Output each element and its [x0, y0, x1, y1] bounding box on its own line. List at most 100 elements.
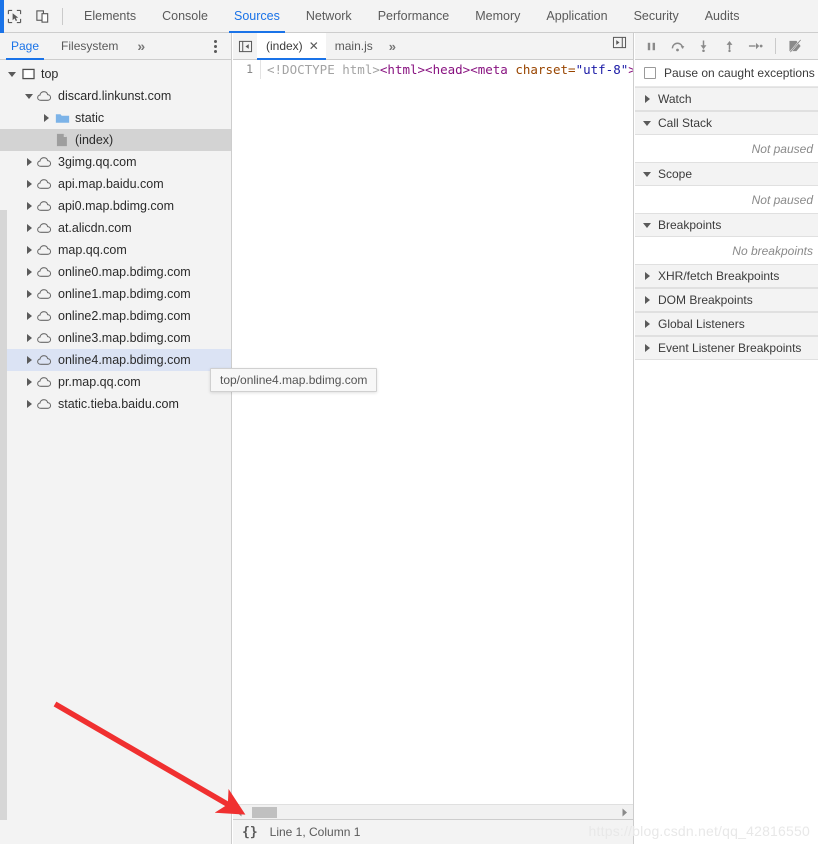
- tab-audits[interactable]: Audits: [692, 0, 753, 33]
- pause-resume-icon[interactable]: [643, 36, 660, 56]
- tree-item-index[interactable]: (index): [0, 129, 231, 151]
- chevron-right-icon[interactable]: [23, 173, 35, 195]
- chevron-right-icon[interactable]: [643, 343, 652, 353]
- tree-item-at-alicdn-com[interactable]: at.alicdn.com: [0, 217, 231, 239]
- section-header-watch[interactable]: Watch: [635, 87, 818, 111]
- tab-elements[interactable]: Elements: [71, 0, 149, 33]
- chevron-down-icon[interactable]: [643, 221, 652, 230]
- tree-item-top[interactable]: top: [0, 63, 231, 85]
- chevron-right-icon[interactable]: [40, 107, 52, 129]
- section-header-breakpoints[interactable]: Breakpoints: [635, 213, 818, 237]
- chevron-right-icon[interactable]: [23, 283, 35, 305]
- tree-item-map-qq-com[interactable]: map.qq.com: [0, 239, 231, 261]
- tree-item-static-tieba-baidu-com[interactable]: static.tieba.baidu.com: [0, 393, 231, 415]
- tree-item-online0-map-bdimg-com[interactable]: online0.map.bdimg.com: [0, 261, 231, 283]
- tree-item-discard-linkunst-com[interactable]: discard.linkunst.com: [0, 85, 231, 107]
- editor-more-tabs-icon[interactable]: »: [380, 39, 405, 54]
- section-title: XHR/fetch Breakpoints: [658, 269, 780, 283]
- section-header-global-listeners[interactable]: Global Listeners: [635, 312, 818, 336]
- chevron-right-icon[interactable]: [23, 217, 35, 239]
- device-toolbar-icon[interactable]: [28, 3, 56, 29]
- editor-tab-index[interactable]: (index) ✕: [257, 32, 326, 60]
- show-navigator-icon[interactable]: [233, 33, 257, 60]
- step-into-icon[interactable]: [695, 36, 712, 56]
- scrollbar-thumb[interactable]: [252, 807, 277, 818]
- section-title: Event Listener Breakpoints: [658, 341, 802, 355]
- nav-tab-filesystem[interactable]: Filesystem: [50, 33, 129, 60]
- section-body-call-stack: Not paused: [635, 135, 818, 162]
- chevron-right-icon[interactable]: [643, 271, 652, 281]
- navigator-vertical-scrollbar[interactable]: [0, 210, 7, 820]
- editor-horizontal-scrollbar[interactable]: [233, 804, 633, 819]
- show-debugger-icon[interactable]: [612, 36, 627, 52]
- tree-item-online4-map-bdimg-com[interactable]: online4.map.bdimg.com: [0, 349, 231, 371]
- section-header-dom-breakpoints[interactable]: DOM Breakpoints: [635, 288, 818, 312]
- section-title: Call Stack: [658, 116, 713, 130]
- chevron-down-icon[interactable]: [6, 63, 18, 85]
- chevron-right-icon[interactable]: [23, 393, 35, 415]
- chevron-right-icon[interactable]: [23, 327, 35, 349]
- tab-network[interactable]: Network: [293, 0, 365, 33]
- tree-item-api0-map-bdimg-com[interactable]: api0.map.bdimg.com: [0, 195, 231, 217]
- scroll-left-icon[interactable]: [233, 808, 246, 817]
- chevron-right-icon[interactable]: [23, 349, 35, 371]
- tree-item-online3-map-bdimg-com[interactable]: online3.map.bdimg.com: [0, 327, 231, 349]
- more-options-icon[interactable]: [207, 37, 223, 56]
- tab-memory[interactable]: Memory: [462, 0, 533, 33]
- nav-tab-page[interactable]: Page: [0, 33, 50, 60]
- chevron-right-icon[interactable]: [23, 239, 35, 261]
- chevron-down-icon[interactable]: [643, 119, 652, 128]
- tab-memory-label: Memory: [475, 9, 521, 23]
- section-header-xhr-fetch-breakpoints[interactable]: XHR/fetch Breakpoints: [635, 264, 818, 288]
- close-icon[interactable]: ✕: [309, 40, 319, 52]
- tree-item-label: static: [75, 111, 105, 125]
- section-body-breakpoints: No breakpoints: [635, 237, 818, 264]
- chevron-right-icon[interactable]: [643, 94, 652, 104]
- tab-application[interactable]: Application: [533, 0, 620, 33]
- code-editor-area[interactable]: 1 <!DOCTYPE html><html><head><meta chars…: [233, 60, 633, 804]
- chevron-right-icon[interactable]: [643, 319, 652, 329]
- cloud-icon: [35, 349, 55, 371]
- tree-item-label: at.alicdn.com: [58, 221, 132, 235]
- tab-security[interactable]: Security: [621, 0, 692, 33]
- tab-sources[interactable]: Sources: [221, 0, 293, 33]
- section-header-scope[interactable]: Scope: [635, 162, 818, 186]
- tree-item-online2-map-bdimg-com[interactable]: online2.map.bdimg.com: [0, 305, 231, 327]
- chevron-right-icon[interactable]: [23, 371, 35, 393]
- tree-item-api-map-baidu-com[interactable]: api.map.baidu.com: [0, 173, 231, 195]
- step-out-icon[interactable]: [721, 36, 738, 56]
- nav-more-tabs-icon[interactable]: »: [129, 33, 153, 60]
- section-header-call-stack[interactable]: Call Stack: [635, 111, 818, 135]
- chevron-right-icon[interactable]: [23, 151, 35, 173]
- editor-tab-mainjs[interactable]: main.js: [326, 33, 380, 60]
- section-header-event-listener-breakpoints[interactable]: Event Listener Breakpoints: [635, 336, 818, 360]
- tab-performance[interactable]: Performance: [365, 0, 463, 33]
- step-over-icon[interactable]: [669, 36, 686, 56]
- tree-item-label: pr.map.qq.com: [58, 375, 141, 389]
- pause-on-exceptions-checkbox[interactable]: [644, 67, 656, 79]
- cloud-icon: [35, 261, 55, 283]
- code-token-tail: ><: [628, 62, 633, 77]
- twisty-placeholder: [40, 129, 52, 151]
- chevron-right-icon[interactable]: [23, 261, 35, 283]
- cursor-position-label: Line 1, Column 1: [269, 825, 361, 839]
- deactivate-breakpoints-icon[interactable]: [787, 36, 804, 56]
- chevron-right-icon[interactable]: [643, 295, 652, 305]
- tree-item-pr-map-qq-com[interactable]: pr.map.qq.com: [0, 371, 231, 393]
- pause-on-exceptions-row[interactable]: Pause on caught exceptions: [635, 60, 818, 87]
- chevron-down-icon[interactable]: [643, 170, 652, 179]
- step-icon[interactable]: [747, 36, 764, 56]
- tree-item-3gimg-qq-com[interactable]: 3gimg.qq.com: [0, 151, 231, 173]
- chevron-down-icon[interactable]: [23, 85, 35, 107]
- tree-item-static[interactable]: static: [0, 107, 231, 129]
- page-file-tree[interactable]: top discard.linkunst.com static (index) 3gim…: [0, 60, 231, 844]
- pretty-print-button[interactable]: {}: [242, 825, 258, 840]
- tree-item-online1-map-bdimg-com[interactable]: online1.map.bdimg.com: [0, 283, 231, 305]
- chevron-right-icon[interactable]: [23, 195, 35, 217]
- tab-console[interactable]: Console: [149, 0, 221, 33]
- scroll-right-icon[interactable]: [618, 808, 631, 817]
- code-token-attr: charset=: [515, 62, 576, 77]
- chevron-right-icon[interactable]: [23, 305, 35, 327]
- code-content[interactable]: <!DOCTYPE html><html><head><meta charset…: [261, 60, 633, 79]
- inspect-element-icon[interactable]: [0, 3, 28, 29]
